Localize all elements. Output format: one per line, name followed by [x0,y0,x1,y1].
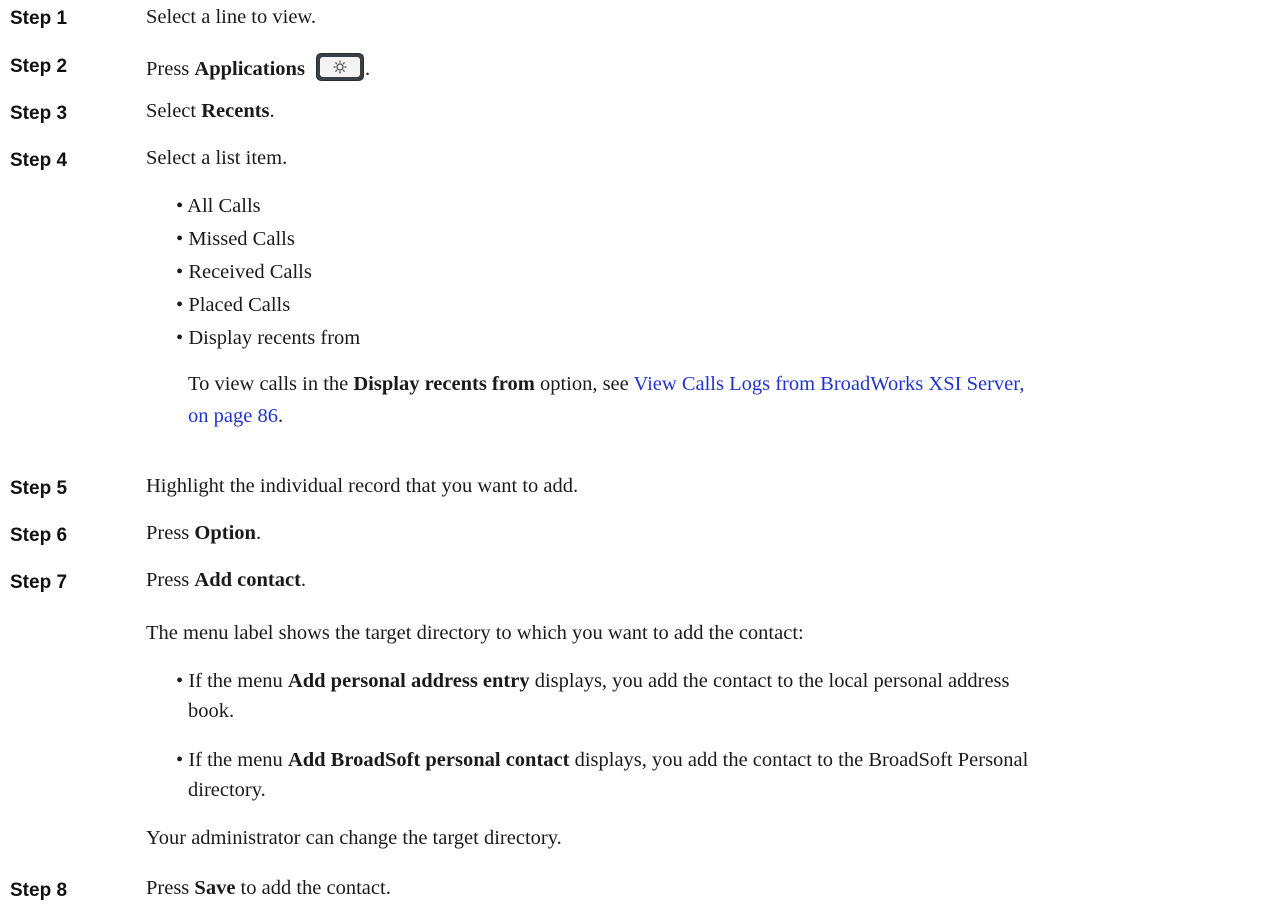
gear-icon [333,60,347,74]
list-item: • Received Calls [176,261,312,283]
recents-term: Recents [201,100,270,122]
step-8-label: Step 8 [10,880,68,901]
display-recents-term: Display recents from [353,373,535,395]
step-6-text: Press Option. [146,522,261,545]
step-6-label: Step 6 [10,525,68,546]
step-7-pre: Press [146,569,195,591]
b1-pre: If the menu [188,670,288,692]
list-item: • All Calls [176,195,261,217]
list-item: • If the menu Add BroadSoft personal con… [176,749,1029,771]
step-2-text: Press Applications . [146,53,370,81]
step-8-text: Press Save to add the contact. [146,877,391,900]
step-4-note-line-2: on page 86. [188,405,283,428]
note-mid: option, see [534,373,634,395]
page-86-link[interactable]: on page 86 [188,405,278,427]
save-term: Save [194,877,236,899]
b1-post: displays, you add the contact to the loc… [529,670,1010,692]
step-5-label: Step 5 [10,478,68,499]
step-4-note-line-1: To view calls in the Display recents fro… [188,373,1024,396]
list-item-text: All Calls [187,195,261,217]
step-7-post: . [300,569,307,591]
add-personal-address-entry-term: Add personal address entry [287,670,530,692]
step-3-text: Select Recents. [146,100,275,123]
b2-pre: If the menu [188,749,288,771]
step-1-text: Select a line to view. [146,6,317,28]
step-6-pre: Press [146,522,195,544]
xsi-call-logs-link[interactable]: View Calls Logs from BroadWorks XSI Serv… [634,373,1025,395]
note-pre: To view calls in the [188,373,354,395]
step-5-text: Highlight the individual record that you… [146,475,579,497]
step-4-label: Step 4 [10,150,68,171]
applications-button [316,53,365,81]
list-item-continuation: book. [188,700,235,722]
list-item: • If the menu Add personal address entry… [176,670,1010,692]
step-3-label: Step 3 [10,103,68,124]
step-4-text: Select a list item. [146,147,288,169]
b2-post: displays, you add the contact to the Bro… [569,749,1029,771]
list-item-continuation: directory. [188,779,266,801]
step-2-post: . [365,58,371,80]
step-8-post: to add the contact. [235,877,391,899]
step-6-post: . [255,522,262,544]
list-item: • Missed Calls [176,228,295,250]
option-term: Option [194,522,256,544]
add-broadsoft-contact-term: Add BroadSoft personal contact [287,749,570,771]
list-item-text: Display recents from [188,327,361,349]
step-2-label: Step 2 [10,56,68,77]
applications-term: Applications [194,58,305,80]
list-item-text: Placed Calls [188,294,291,316]
note-post: . [277,405,284,427]
list-item: • Display recents from [176,327,361,349]
list-item-text: Missed Calls [188,228,295,250]
step-7-para-2: Your administrator can change the target… [146,827,562,849]
step-2-pre: Press [146,58,195,80]
list-item: • Placed Calls [176,294,291,316]
list-item-text: Received Calls [188,261,312,283]
step-7-para-1: The menu label shows the target director… [146,622,804,644]
step-7-label: Step 7 [10,572,68,593]
step-1-label: Step 1 [10,8,68,29]
step-3-pre: Select [146,100,202,122]
step-8-pre: Press [146,877,195,899]
step-7-text: Press Add contact. [146,569,306,592]
add-contact-term: Add contact [194,569,301,591]
step-3-post: . [269,100,275,122]
